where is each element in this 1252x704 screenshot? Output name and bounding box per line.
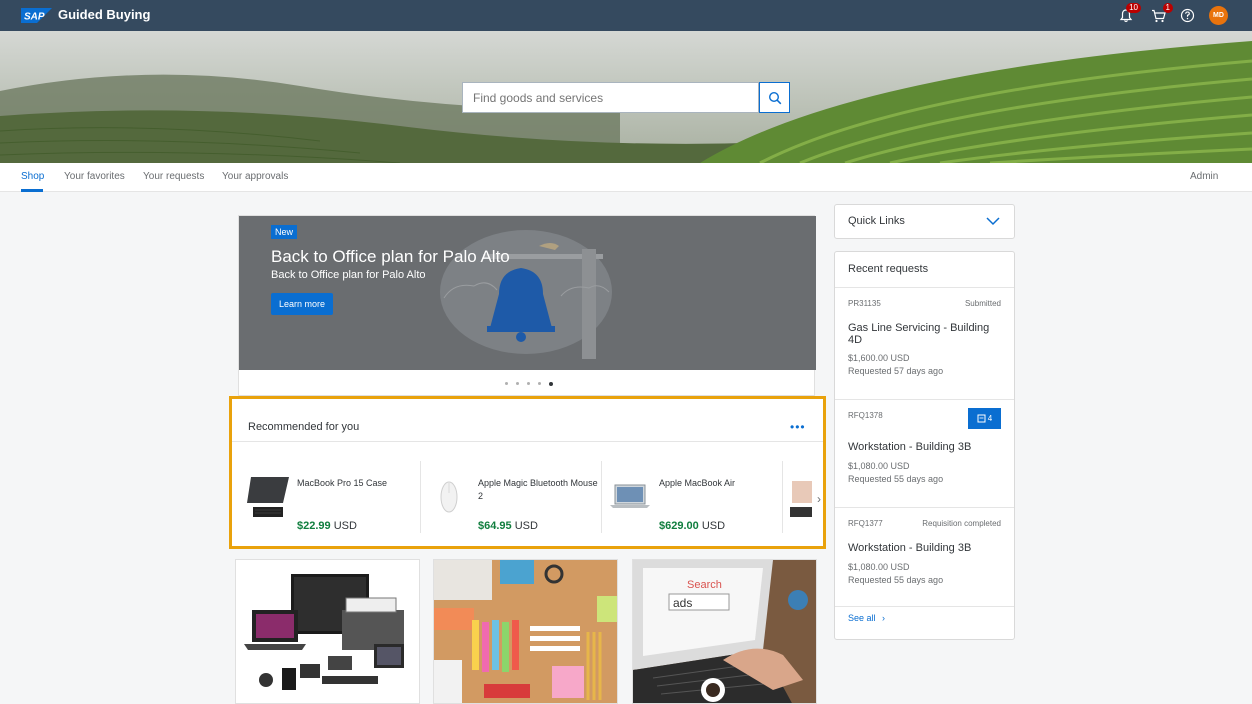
quick-links-label: Quick Links <box>848 215 905 227</box>
request-id: RFQ1377 <box>848 519 883 528</box>
quick-links-dropdown[interactable]: Quick Links <box>834 204 1015 239</box>
divider <box>232 441 823 442</box>
search-button[interactable] <box>759 82 790 113</box>
promo-carousel: New Back to Office plan for Palo Alto Ba… <box>238 215 816 396</box>
price-currency: USD <box>701 520 726 532</box>
svg-text:Search: Search <box>687 579 722 591</box>
price-currency: USD <box>514 520 538 532</box>
laptop-case-image <box>247 477 289 517</box>
chevron-right-icon[interactable]: › <box>817 492 821 506</box>
request-name: Gas Line Servicing - Building 4D <box>848 322 990 346</box>
request-item[interactable]: PR31135 Submitted Gas Line Servicing - B… <box>835 287 1014 399</box>
category-tile-office-supplies[interactable] <box>433 559 618 704</box>
request-amount: $1,080.00 USD <box>848 562 910 572</box>
product-name: MacBook Pro 15 Case <box>297 478 388 488</box>
request-status: Requisition completed <box>922 519 1001 528</box>
search-icon <box>768 91 781 104</box>
document-icon <box>977 414 986 423</box>
request-status: Submitted <box>964 299 1001 308</box>
carousel-slide[interactable]: New Back to Office plan for Palo Alto Ba… <box>239 216 816 370</box>
see-all-label: See all <box>848 613 876 623</box>
request-amount: $1,600.00 USD <box>848 353 910 363</box>
new-badge: New <box>271 225 298 239</box>
cart-button[interactable]: 1 <box>1149 3 1173 25</box>
chevron-right-icon: › <box>882 613 886 623</box>
product-card[interactable]: Apple Magic Bluetooth Mouse 2 $64.95 USD <box>422 461 602 533</box>
notification-count-badge: 10 <box>1126 3 1141 13</box>
carousel-dot-active[interactable] <box>549 382 553 386</box>
category-tile-marketing[interactable]: Search ads <box>632 559 817 704</box>
quotes-count: 4 <box>987 414 993 423</box>
electronics-image <box>236 560 419 703</box>
carousel-dot[interactable] <box>538 382 541 385</box>
request-id: RFQ1378 <box>848 411 883 420</box>
learn-more-button[interactable]: Learn more <box>271 293 334 315</box>
recommended-section: Recommended for you ••• MacBook Pro 15 C… <box>229 396 826 549</box>
user-avatar[interactable]: MD <box>1209 6 1228 25</box>
active-tab-indicator <box>21 189 43 192</box>
tab-shop[interactable]: Shop <box>21 171 44 182</box>
product-price: $629.00 USD <box>659 520 725 532</box>
request-item[interactable]: RFQ1377 Requisition completed Workstatio… <box>835 507 1014 606</box>
macbook-air-image <box>610 484 650 508</box>
category-tile-electronics[interactable] <box>235 559 420 704</box>
laptop-partial-image <box>790 481 812 517</box>
carousel-dot[interactable] <box>505 382 508 385</box>
quotes-button[interactable]: 4 <box>968 408 1001 429</box>
price-value: $22.99 <box>297 520 331 532</box>
product-name: Apple Magic Bluetooth Mouse 2 <box>478 478 598 501</box>
chevron-down-icon <box>986 217 1000 226</box>
request-name: Workstation - Building 3B <box>848 441 972 453</box>
slide-subtitle: Back to Office plan for Palo Alto <box>271 269 426 281</box>
help-button[interactable] <box>1179 7 1197 25</box>
request-time: Requested 57 days ago <box>848 366 944 376</box>
see-all-link[interactable]: See all › <box>848 613 885 623</box>
search-input[interactable] <box>462 82 759 113</box>
price-currency: USD <box>333 520 357 532</box>
product-card[interactable]: MacBook Pro 15 Case $22.99 USD <box>241 461 421 533</box>
svg-text:SAP: SAP <box>24 12 45 23</box>
tab-bar: Shop Your favorites Your requests Your a… <box>0 163 1252 192</box>
cart-count-badge: 1 <box>1162 3 1173 13</box>
recent-requests-title: Recent requests <box>848 263 929 275</box>
svg-text:ads: ads <box>673 596 692 610</box>
request-time: Requested 55 days ago <box>848 575 944 585</box>
help-icon <box>1180 8 1195 23</box>
product-price: $64.95 USD <box>478 520 538 532</box>
shell-bar: SAP Guided Buying 10 1 MD <box>0 0 1252 31</box>
recommended-title: Recommended for you <box>248 421 360 433</box>
product-card[interactable]: Apple MacBook Air $629.00 USD <box>603 461 783 533</box>
slide-title: Back to Office plan for Palo Alto <box>271 247 510 266</box>
divider <box>835 606 1014 607</box>
request-id: PR31135 <box>848 299 881 308</box>
carousel-dot[interactable] <box>516 382 519 385</box>
request-amount: $1,080.00 USD <box>848 461 910 471</box>
price-value: $64.95 <box>478 520 512 532</box>
admin-link[interactable]: Admin <box>1190 171 1218 182</box>
notifications-button[interactable]: 10 <box>1117 3 1141 25</box>
request-time: Requested 55 days ago <box>848 474 944 484</box>
price-value: $629.00 <box>659 520 699 532</box>
laptop-search-image: Search ads <box>633 560 816 703</box>
mouse-image <box>440 481 458 513</box>
tab-your-approvals[interactable]: Your approvals <box>222 171 288 182</box>
product-name: Apple MacBook Air <box>659 478 736 488</box>
hero-banner <box>0 31 1252 163</box>
tab-your-favorites[interactable]: Your favorites <box>64 171 125 182</box>
sap-logo[interactable]: SAP <box>21 8 52 23</box>
office-supplies-image <box>434 560 617 703</box>
recent-requests-card: Recent requests PR31135 Submitted Gas Li… <box>834 251 1015 640</box>
product-card-partial[interactable] <box>784 461 814 533</box>
app-title: Guided Buying <box>58 7 151 22</box>
request-item[interactable]: RFQ1378 4 Workstation - Building 3B $1,0… <box>835 399 1014 507</box>
tab-your-requests[interactable]: Your requests <box>143 171 204 182</box>
carousel-dot[interactable] <box>527 382 530 385</box>
carousel-pagination <box>505 382 553 386</box>
more-options-button[interactable]: ••• <box>790 421 806 433</box>
product-price: $22.99 USD <box>297 520 357 532</box>
request-name: Workstation - Building 3B <box>848 542 972 554</box>
